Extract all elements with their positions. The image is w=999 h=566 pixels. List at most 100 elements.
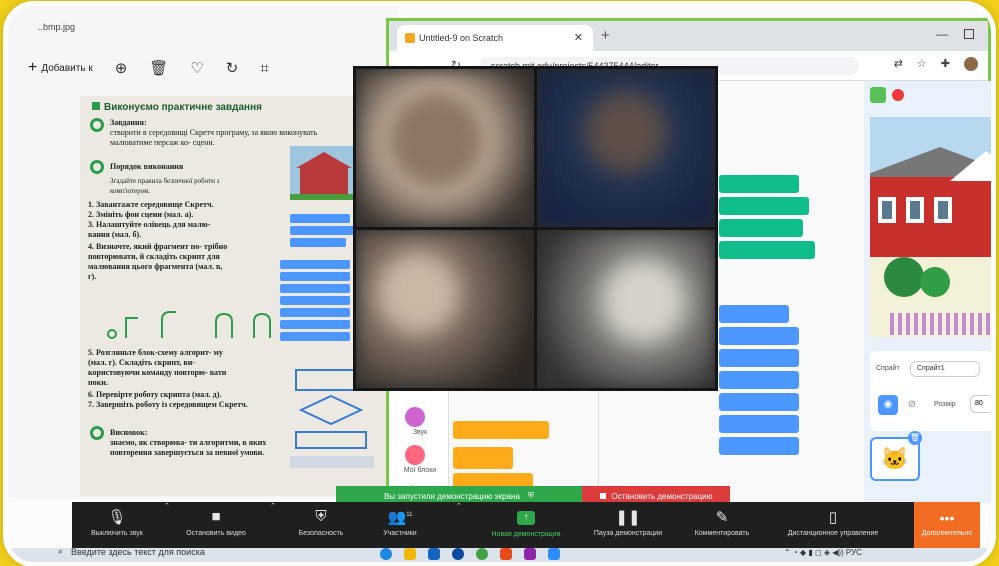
participant-video[interactable] xyxy=(537,230,715,388)
control-block[interactable] xyxy=(453,421,549,439)
favorite-icon[interactable]: ♡ xyxy=(190,59,203,77)
zoom-app-icon[interactable] xyxy=(548,548,560,560)
motion-block[interactable] xyxy=(719,415,799,433)
more-button[interactable]: ••• Дополнительно xyxy=(914,502,980,552)
blurred-video-content xyxy=(356,230,534,388)
mail-icon[interactable] xyxy=(428,548,440,560)
remote-control-button[interactable]: ▯ Дистанционное управление xyxy=(768,502,898,552)
avatar[interactable] xyxy=(964,57,978,71)
chevron-up-icon[interactable]: ⌃ xyxy=(270,502,276,522)
chrome-icon[interactable] xyxy=(476,548,488,560)
delete-icon[interactable]: 🗑 xyxy=(149,59,168,77)
code-block xyxy=(290,226,356,235)
order-heading: Порядок виконання xyxy=(110,162,184,171)
tab-scratch[interactable]: Untitled-9 on Scratch ✕ xyxy=(397,25,593,51)
house-walls xyxy=(300,168,348,196)
star-icon[interactable]: ☆ xyxy=(917,57,927,71)
app-icon[interactable] xyxy=(524,548,536,560)
video-gallery xyxy=(353,66,718,391)
close-icon[interactable]: ✕ xyxy=(574,31,583,44)
tree xyxy=(920,267,950,297)
task-label: Завдання: xyxy=(110,118,147,127)
trash-icon[interactable]: 🗑 xyxy=(908,431,922,445)
extensions-icon[interactable]: ✚ xyxy=(941,57,950,71)
tab-bar: Untitled-9 on Scratch ✕ + — xyxy=(389,21,988,51)
stop-icon[interactable] xyxy=(892,89,904,101)
mouse-icon: ▯ xyxy=(828,509,838,526)
participant-video[interactable] xyxy=(356,69,534,227)
video-button[interactable]: ■ Остановить видео xyxy=(176,502,256,552)
pen-block[interactable] xyxy=(719,197,809,215)
new-share-button[interactable]: ↑ Новая демонстрация xyxy=(478,502,574,552)
motion-block[interactable] xyxy=(719,371,799,389)
stage-house xyxy=(870,177,991,257)
tab-title: Untitled-9 on Scratch xyxy=(419,33,504,43)
taskbar: ⌕ Введите здесь текст для поиска ⌃ ◔ ◆ ▮… xyxy=(8,546,991,562)
search-icon: ⌕ xyxy=(58,546,64,556)
rotate-icon[interactable]: ↻ xyxy=(226,59,239,77)
pause-icon: ❚❚ xyxy=(615,509,641,526)
code-block xyxy=(280,332,350,341)
motion-block[interactable] xyxy=(719,393,799,411)
pen-block[interactable] xyxy=(719,241,815,259)
zoom-in-icon[interactable]: ⊕ xyxy=(115,59,128,77)
participant-video[interactable] xyxy=(537,69,715,227)
pen-block[interactable] xyxy=(719,175,799,193)
chevron-up-icon[interactable]: ⌃ xyxy=(164,502,170,522)
sprite-name-field[interactable]: Спрайт1 xyxy=(910,361,980,377)
category-myblocks-label: Мої блоки xyxy=(403,467,437,474)
remote-label: Дистанционное управление xyxy=(787,530,879,537)
add-to-button[interactable]: + Добавить к xyxy=(28,59,93,77)
annotate-label: Комментировать xyxy=(694,530,750,537)
sprite-info-panel: Спрайт Спрайт1 ◉ ⊘ Розмір 80 xyxy=(870,351,991,431)
code-block xyxy=(280,320,350,329)
task-text: створити в середовищі Скретч програму, з… xyxy=(110,128,318,147)
taskbar-search[interactable]: ⌕ Введите здесь текст для поиска xyxy=(58,546,205,557)
translate-icon[interactable]: ⇄ xyxy=(894,57,903,71)
category-sound-icon[interactable] xyxy=(405,407,425,427)
crop-icon[interactable]: ⌗ xyxy=(260,60,268,77)
stage[interactable] xyxy=(870,117,991,337)
pen-block[interactable] xyxy=(719,219,803,237)
browser-icon[interactable] xyxy=(452,548,464,560)
viewer-toolbar: + Добавить к ⊕ 🗑 ♡ ↻ ⌗ xyxy=(28,54,398,82)
stage-gable xyxy=(950,151,991,181)
app-icon[interactable] xyxy=(500,548,512,560)
code-block xyxy=(280,296,350,305)
motion-block[interactable] xyxy=(719,305,789,323)
sprite-label: Спрайт xyxy=(876,365,900,372)
show-eye-icon[interactable]: ◉ xyxy=(878,395,898,415)
green-flag-icon[interactable] xyxy=(870,87,886,103)
code-block xyxy=(290,214,350,223)
security-button[interactable]: ⛨ Безопасность xyxy=(286,502,356,552)
screenshot-frame: ..bmp.jpg + Добавить к ⊕ 🗑 ♡ ↻ ⌗ Виконує… xyxy=(8,6,991,562)
motion-block[interactable] xyxy=(719,437,799,455)
new-tab-icon[interactable]: + xyxy=(601,27,610,44)
size-label: Розмір xyxy=(934,401,956,408)
language-indicator[interactable]: РУС xyxy=(846,548,862,557)
hide-eye-icon[interactable]: ⊘ xyxy=(902,395,922,415)
motion-block[interactable] xyxy=(719,327,799,345)
step-5: 5. Розгляньте блок-схему алгорит- му (ма… xyxy=(88,348,227,387)
blurred-video-content xyxy=(356,69,534,227)
annotate-button[interactable]: ✎ Комментировать xyxy=(680,502,764,552)
mute-button[interactable]: 🎙 Выключить звук xyxy=(78,502,156,552)
more-icon: ••• xyxy=(939,510,955,526)
motion-block[interactable] xyxy=(719,349,799,367)
share-up-icon: ↑ xyxy=(517,511,535,525)
participant-video[interactable] xyxy=(356,230,534,388)
heading-square-icon xyxy=(92,102,100,110)
folder-icon[interactable] xyxy=(404,548,416,560)
maximize-icon[interactable] xyxy=(964,29,974,39)
control-block[interactable] xyxy=(453,447,513,469)
minimize-icon[interactable]: — xyxy=(936,27,948,41)
participants-button[interactable]: 👥11 Участники xyxy=(364,502,436,552)
chevron-up-icon[interactable]: ⌃ xyxy=(456,502,462,522)
edge-icon[interactable] xyxy=(380,548,392,560)
pause-share-button[interactable]: ❚❚ Пауза демонстрации xyxy=(580,502,676,552)
task-bullet-icon xyxy=(90,118,104,132)
category-myblocks-icon[interactable] xyxy=(405,445,425,465)
pause-label: Пауза демонстрации xyxy=(593,530,663,537)
size-field[interactable]: 80 xyxy=(970,395,991,413)
category-sound-label: Звук xyxy=(412,429,428,436)
